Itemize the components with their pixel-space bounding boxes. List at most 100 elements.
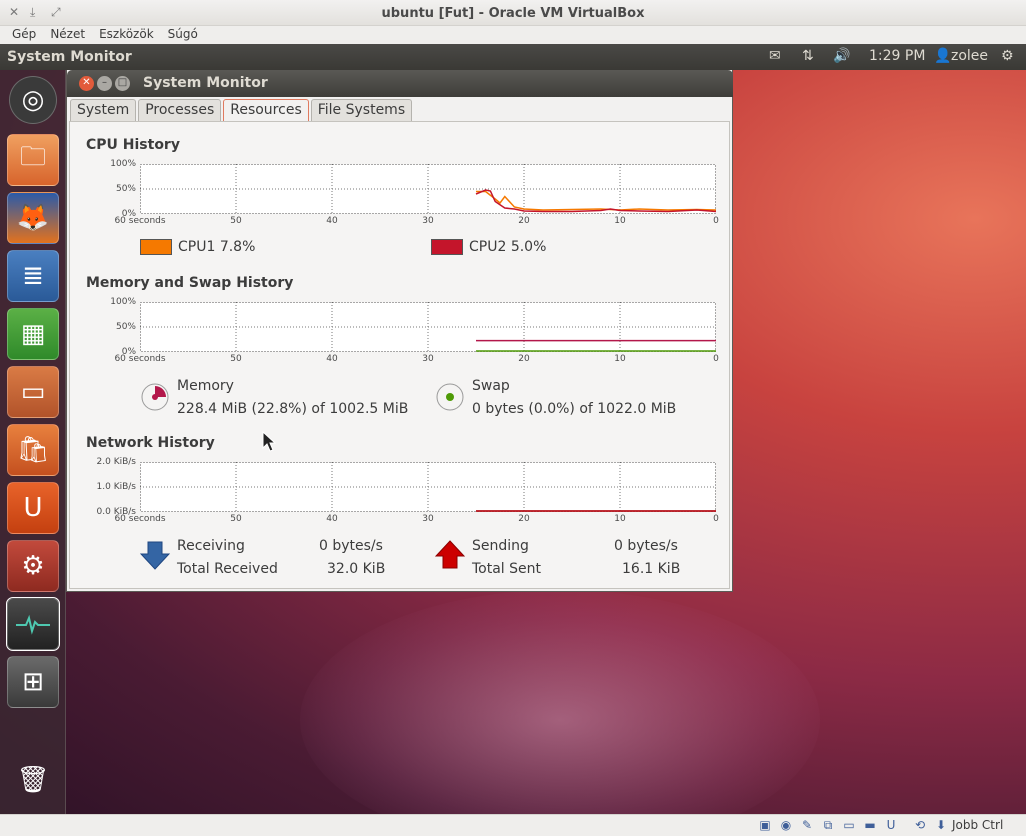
pulse-icon	[16, 614, 50, 635]
cpu-history-title: CPU History	[86, 137, 180, 153]
x-tick-label: 20	[518, 514, 530, 524]
x-tick-label: 50	[230, 354, 242, 364]
x-tick-label: 60 seconds	[114, 354, 166, 364]
system-monitor-window: ✕ – □ System Monitor System Processes Re…	[66, 70, 733, 592]
vbox-window-title: ubuntu [Fut] - Oracle VM VirtualBox	[381, 6, 645, 21]
y-tick-label: 1.0 KiB/s	[96, 482, 136, 492]
receiving-label: Receiving	[177, 538, 245, 554]
x-tick-label: 10	[614, 354, 626, 364]
x-tick-label: 10	[614, 514, 626, 524]
workspace-switcher-icon[interactable]: ⊞	[7, 656, 59, 708]
chart-plot-area	[140, 302, 716, 352]
system-settings-icon[interactable]: ⚙	[7, 540, 59, 592]
x-tick-label: 40	[326, 514, 338, 524]
window-title: System Monitor	[143, 75, 268, 91]
x-tick-label: 10	[614, 216, 626, 226]
x-tick-label: 60 seconds	[114, 216, 166, 226]
window-maximize-icon[interactable]: □	[115, 76, 130, 91]
usb-icon[interactable]: ▬	[862, 818, 878, 833]
menu-sugo[interactable]: Súgó	[162, 26, 206, 44]
hard-disk-icon[interactable]: ▣	[757, 818, 773, 833]
audio-icon[interactable]: ✎	[799, 818, 815, 833]
swap-pie-icon[interactable]	[435, 382, 465, 412]
writer-icon[interactable]: ≣	[7, 250, 59, 302]
keyboard-capture-icon[interactable]: ⬇	[933, 818, 949, 833]
software-center-icon[interactable]: 🛍	[7, 424, 59, 476]
mail-icon[interactable]: ✉	[769, 48, 781, 64]
top-panel: System Monitor ✉ ⇅ 🔊 1:29 PM 👤 zolee ⚙	[0, 44, 1026, 70]
window-close-icon[interactable]: ✕	[79, 76, 94, 91]
x-tick-label: 30	[422, 514, 434, 524]
cpu1-value: 7.8%	[219, 239, 256, 255]
capture-icon[interactable]: U	[883, 818, 899, 833]
impress-icon[interactable]: ▭	[7, 366, 59, 418]
network-history-graph: 2.0 KiB/s 1.0 KiB/s 0.0 KiB/s 60 seconds 50 4…	[97, 457, 719, 524]
total-received-value: 32.0 KiB	[327, 561, 386, 577]
files-icon[interactable]: 🗀	[7, 134, 59, 186]
gear-icon[interactable]: ⚙	[1001, 48, 1014, 64]
ubuntu-one-icon[interactable]: U	[7, 482, 59, 534]
shared-folders-icon[interactable]: ▭	[841, 818, 857, 833]
window-minimize-icon[interactable]: –	[97, 76, 112, 91]
x-tick-label: 40	[326, 354, 338, 364]
tab-bar: System Processes Resources File Systems	[70, 99, 414, 122]
x-tick-label: 0	[713, 354, 719, 364]
network-adapter-icon[interactable]: ⧉	[820, 818, 836, 833]
y-tick-label: 50%	[115, 184, 136, 194]
memory-pie-icon[interactable]	[140, 382, 170, 412]
clock[interactable]: 1:29 PM	[869, 48, 925, 64]
tab-system[interactable]: System	[70, 99, 137, 121]
sending-value: 0 bytes/s	[614, 538, 678, 554]
x-tick-label: 40	[326, 216, 338, 226]
user-name[interactable]: zolee	[951, 48, 988, 64]
x-tick-label: 50	[230, 514, 242, 524]
swap-value: 0 bytes (0.0%) of 1022.0 MiB	[472, 401, 677, 417]
total-sent-value: 16.1 KiB	[622, 561, 681, 577]
memory-value: 228.4 MiB (22.8%) of 1002.5 MiB	[177, 401, 409, 417]
y-tick-label: 100%	[110, 159, 136, 169]
x-tick-label: 30	[422, 354, 434, 364]
memory-history-title: Memory and Swap History	[86, 275, 294, 291]
x-tick-label: 0	[713, 514, 719, 524]
menu-nezet[interactable]: Nézet	[44, 26, 93, 44]
cpu2-value: 5.0%	[510, 239, 547, 255]
sending-label: Sending	[472, 538, 529, 554]
firefox-icon[interactable]: 🦊	[7, 192, 59, 244]
panel-app-title: System Monitor	[7, 49, 132, 65]
system-monitor-icon[interactable]	[6, 597, 60, 651]
send-arrow-icon[interactable]	[435, 540, 465, 570]
total-received-label: Total Received	[177, 561, 278, 577]
menu-gep[interactable]: Gép	[6, 26, 44, 44]
y-tick-label: 50%	[115, 322, 136, 332]
tab-processes[interactable]: Processes	[138, 99, 222, 121]
network-icon[interactable]: ⇅	[802, 48, 814, 64]
chart-plot-area	[140, 462, 716, 512]
cpu1-color-swatch[interactable]	[140, 239, 172, 255]
x-tick-label: 20	[518, 216, 530, 226]
tab-resources[interactable]: Resources	[223, 99, 309, 122]
y-tick-label: 2.0 KiB/s	[96, 457, 136, 467]
x-tick-label: 50	[230, 216, 242, 226]
launcher: ◎ 🗀 🦊 ≣ ▦ ▭ 🛍 U ⚙ ⊞ 🗑	[0, 70, 66, 814]
total-sent-label: Total Sent	[472, 561, 542, 577]
receiving-value: 0 bytes/s	[319, 538, 383, 554]
memory-history-graph: 100% 50% 0% 60 seconds 50 40 30 20 10 0	[110, 297, 719, 364]
tab-file-systems[interactable]: File Systems	[310, 99, 413, 121]
menu-eszkozok[interactable]: Eszközök	[93, 26, 162, 44]
trash-icon[interactable]: 🗑	[7, 754, 59, 806]
x-tick-label: 0	[713, 216, 719, 226]
resources-page: CPU History 100% 50% 0% 60 seconds 50 40 30 20 1…	[69, 121, 730, 589]
user-icon[interactable]: 👤	[934, 48, 951, 64]
mouse-integration-icon[interactable]: ⟲	[912, 818, 928, 833]
x-tick-label: 20	[518, 354, 530, 364]
calc-icon[interactable]: ▦	[7, 308, 59, 360]
volume-icon[interactable]: 🔊	[833, 48, 850, 64]
cpu2-color-swatch[interactable]	[431, 239, 463, 255]
optical-drive-icon[interactable]: ◉	[778, 818, 794, 833]
receive-arrow-icon[interactable]	[140, 540, 170, 570]
swap-label: Swap	[472, 378, 510, 394]
cpu1-label: CPU1	[178, 239, 216, 255]
cpu-history-graph: 100% 50% 0% 60 seconds 50 40 30 20 10 0	[110, 159, 719, 226]
dash-home-icon[interactable]: ◎	[9, 76, 57, 124]
network-history-title: Network History	[86, 435, 215, 451]
